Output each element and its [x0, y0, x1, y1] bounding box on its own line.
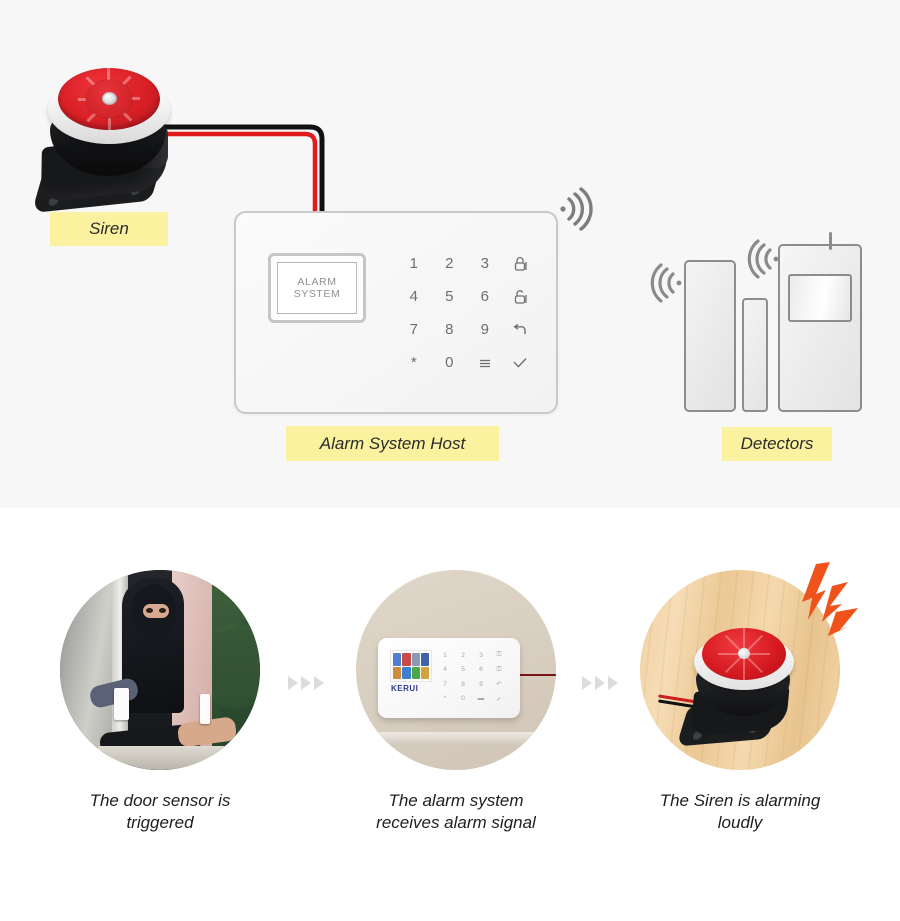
caption-line-1: The Siren is alarming	[659, 791, 821, 810]
caption-line-2: loudly	[717, 813, 763, 832]
alarm-system-host-panel: ALARM SYSTEM 1 2 3 4 5 6 7 8 9 * 0	[234, 211, 558, 414]
menu-icon[interactable]	[467, 346, 503, 379]
kerui-panel-photo: KERUI 1 2 3 ⚿ 4 5 6 ⚿ 7 8 9 ↶ * 0 ▬ ✓	[378, 638, 520, 718]
flow-step-1: The door sensor is triggered	[30, 570, 290, 834]
triple-chevron-right-icon	[288, 676, 324, 690]
flow-step-2-caption: The alarm system receives alarm signal	[326, 790, 586, 834]
label-alarm-system-host: Alarm System Host	[286, 426, 499, 461]
door-sensor-main-body	[684, 260, 736, 412]
keypad-key-9[interactable]: 9	[467, 313, 503, 346]
panel-keypad-photo: 1 2 3 ⚿ 4 5 6 ⚿ 7 8 9 ↶ * 0 ▬ ✓	[443, 651, 502, 703]
caption-line-2: receives alarm signal	[376, 813, 536, 832]
siren-red-cover	[58, 68, 160, 130]
pir-motion-detector	[778, 232, 862, 412]
wifi-signal-icon-host	[556, 186, 600, 237]
door-sensor-device-photo	[114, 688, 129, 720]
label-siren: Siren	[50, 212, 168, 246]
flow-step-1-caption: The door sensor is triggered	[30, 790, 290, 834]
photo-door-sensor-triggered	[60, 570, 260, 770]
door-sensor-magnet	[742, 298, 768, 412]
label-siren-text: Siren	[89, 219, 129, 238]
door-magnet-device-photo	[200, 694, 210, 724]
back-arrow-icon[interactable]	[503, 313, 539, 346]
keypad-key-7[interactable]: 7	[396, 313, 432, 346]
lock-open-icon[interactable]	[503, 280, 539, 313]
system-diagram-section: Siren ALARM SYSTEM 1 2 3 4 5 6 7 8 9 * 0…	[0, 0, 900, 508]
siren-device-illustration	[31, 32, 186, 214]
keypad-key-5[interactable]: 5	[432, 280, 468, 313]
host-display-line2: SYSTEM	[293, 288, 341, 300]
alarm-sound-bolts-icon	[802, 562, 858, 636]
caption-line-1: The alarm system	[388, 791, 524, 810]
kerui-brand-logo: KERUI	[391, 684, 419, 693]
caption-line-1: The door sensor is	[89, 791, 231, 810]
host-display-screen: ALARM SYSTEM	[277, 262, 357, 314]
pir-antenna	[829, 232, 832, 250]
keypad-key-3[interactable]: 3	[467, 247, 503, 280]
keypad-key-0[interactable]: 0	[432, 346, 468, 379]
keypad-key-star[interactable]: *	[396, 346, 432, 379]
keypad-key-2[interactable]: 2	[432, 247, 468, 280]
lock-closed-icon[interactable]	[503, 247, 539, 280]
caption-line-2: triggered	[126, 813, 194, 832]
alarm-flow-section: The door sensor is triggered KERUI 1 2 3…	[0, 508, 900, 921]
siren-center-hub	[102, 92, 117, 105]
flow-step-2: KERUI 1 2 3 ⚿ 4 5 6 ⚿ 7 8 9 ↶ * 0 ▬ ✓ The alarm syst…	[326, 570, 586, 834]
pir-lens-window	[788, 274, 852, 322]
detectors-illustration	[684, 232, 862, 412]
host-display-bezel: ALARM SYSTEM	[268, 253, 366, 323]
label-alarm-system-host-text: Alarm System Host	[319, 433, 466, 453]
keypad-key-1[interactable]: 1	[396, 247, 432, 280]
flow-step-3-caption: The Siren is alarming loudly	[610, 790, 870, 834]
host-display-line1: ALARM	[297, 276, 337, 288]
keypad-key-6[interactable]: 6	[467, 280, 503, 313]
host-keypad: 1 2 3 4 5 6 7 8 9 * 0	[396, 247, 538, 379]
siren-red-cover-photo	[702, 628, 786, 680]
wifi-signal-icon-door-sensor	[645, 262, 685, 309]
infographic-root: Siren ALARM SYSTEM 1 2 3 4 5 6 7 8 9 * 0…	[0, 0, 900, 921]
keypad-key-4[interactable]: 4	[396, 280, 432, 313]
check-icon[interactable]	[503, 346, 539, 379]
panel-icon-display	[390, 650, 432, 682]
label-detectors: Detectors	[722, 427, 832, 461]
photo-alarm-panel-receives-signal: KERUI 1 2 3 ⚿ 4 5 6 ⚿ 7 8 9 ↶ * 0 ▬ ✓	[356, 570, 556, 770]
label-detectors-text: Detectors	[740, 434, 814, 453]
keypad-key-8[interactable]: 8	[432, 313, 468, 346]
